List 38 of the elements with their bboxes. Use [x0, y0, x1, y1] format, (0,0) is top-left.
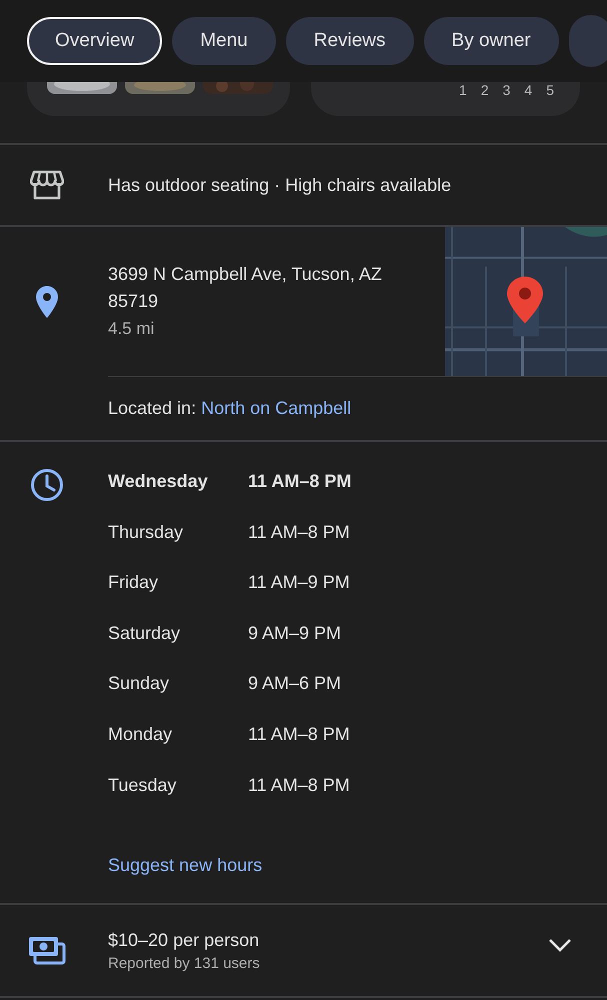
rating-number: 5 — [546, 82, 554, 98]
storefront-icon — [30, 170, 64, 200]
day-name: Wednesday — [108, 471, 209, 492]
amenities-text: Has outdoor seating · High chairs available — [108, 174, 452, 197]
hours-text: 9 AM–6 PM — [248, 673, 342, 694]
day-name: Tuesday — [108, 774, 178, 796]
location-pin-icon — [35, 284, 59, 318]
hours-text: 11 AM–8 PM — [248, 724, 350, 745]
day-name: Thursday — [108, 522, 184, 543]
clock-icon — [30, 468, 64, 502]
day-name: Monday — [108, 724, 174, 745]
rating-number: 4 — [524, 82, 532, 98]
hours-text: 11 AM–9 PM — [248, 572, 350, 594]
hours-text: 11 AM–8 PM — [248, 774, 350, 796]
distance-text: 4.5 mi — [108, 318, 154, 340]
address-line: 3699 N Campbell Ave, Tucson, AZ — [108, 263, 382, 286]
rating-number: 2 — [480, 82, 489, 98]
tab[interactable]: By owner — [424, 17, 559, 65]
tab[interactable]: Menu — [172, 17, 276, 65]
price-text: $10–20 per person — [108, 929, 260, 952]
day-name: Friday — [108, 572, 160, 594]
rating-number: 3 — [502, 82, 510, 98]
photos-card[interactable] — [27, 82, 290, 116]
located-in-text: Located in: North on Campbell — [108, 397, 352, 420]
hours-text: 9 AM–9 PM — [248, 622, 342, 644]
hours-text: 11 AM–8 PM — [248, 522, 350, 543]
tab[interactable]: Reviews — [286, 17, 414, 65]
mall-link[interactable]: North on Campbell — [201, 398, 352, 418]
hours-text: 11 AM–8 PM — [248, 471, 352, 492]
chevron-down-icon[interactable] — [548, 938, 572, 952]
rating-number: 1 — [459, 82, 467, 98]
cash-icon — [28, 936, 66, 966]
suggest-hours-link[interactable]: Suggest new hours — [108, 855, 352, 876]
tab[interactable]: Overview — [27, 17, 162, 65]
reported-text: Reported by 131 users — [108, 954, 261, 974]
day-name: Sunday — [108, 673, 170, 694]
address-line: 85719 — [108, 290, 158, 313]
day-name: Saturday — [108, 622, 182, 644]
